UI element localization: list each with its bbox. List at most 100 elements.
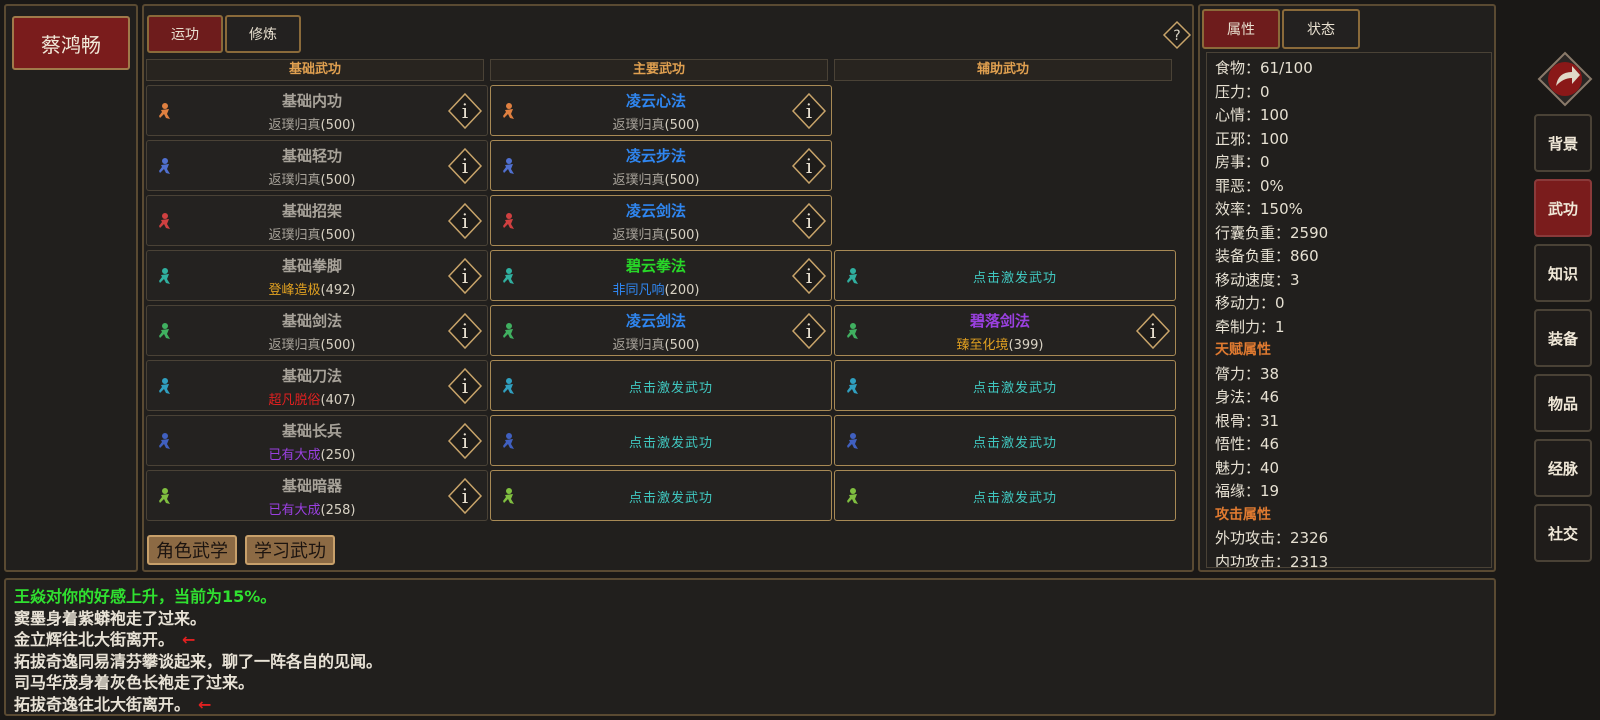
info-icon[interactable]: i [791, 202, 827, 240]
info-icon[interactable]: i [447, 257, 483, 295]
nav-meridians-button[interactable]: 经脉 [1534, 439, 1592, 497]
stat-row: 牵制力：1 [1215, 317, 1285, 336]
tab-status[interactable]: 状态 [1282, 9, 1360, 49]
skill-slot[interactable]: 碧云拳法非同凡响(200) i [490, 250, 832, 301]
stat-row: 根骨：31 [1215, 411, 1280, 430]
stat-row: 膂力：38 [1215, 364, 1280, 383]
skill-level-name: 返璞归真 [268, 338, 321, 353]
skill-level-value: (500) [664, 118, 700, 133]
skill-slot[interactable]: 基础内功 返璞归真(500) i [146, 85, 488, 136]
info-icon[interactable]: i [447, 92, 483, 130]
skill-level-name: 非同凡响 [612, 283, 665, 298]
log-message-text: 拓拔奇逸同易清芬攀谈起来，聊了一阵各自的见闻。 [14, 651, 383, 671]
empty-skill-slot[interactable]: 点击激发武功 [834, 470, 1176, 521]
skill-slot[interactable]: 基础招架 返璞归真(500) i [146, 195, 488, 246]
info-icon[interactable]: i [791, 312, 827, 350]
empty-skill-slot[interactable]: 点击激发武功 [834, 250, 1176, 301]
log-message-text: 司马华茂身着灰色长袍走了过来。 [14, 673, 255, 692]
svg-text:i: i [1150, 319, 1156, 343]
skill-level-value: (407) [320, 393, 356, 408]
skill-level-value: (200) [664, 283, 700, 298]
skill-level-name: 返璞归真 [612, 173, 665, 188]
left-arrow-icon: ← [198, 694, 212, 714]
character-name-button[interactable]: 蔡鸿畅 [12, 16, 130, 70]
empty-skill-slot[interactable]: 点击激发武功 [834, 415, 1176, 466]
skill-level: 返璞归真(500) [521, 334, 791, 353]
log-message-text: 拓拔奇逸往北大街离开。 [14, 694, 191, 714]
info-icon[interactable]: i [447, 367, 483, 405]
internal-icon [503, 103, 514, 119]
left-arrow-icon: ← [182, 630, 196, 649]
stat-row: 内功攻击：2313 [1215, 552, 1329, 568]
skill-slot[interactable]: 凌云心法 返璞归真(500) i [490, 85, 832, 136]
skill-level-value: (492) [320, 283, 356, 298]
spear-icon [503, 433, 514, 449]
info-icon[interactable]: i [447, 477, 483, 515]
info-icon[interactable]: i [1135, 312, 1171, 350]
skill-slot[interactable]: 基础刀法 超凡脱俗(407) i [146, 360, 488, 411]
skill-level-value: (500) [320, 228, 356, 243]
info-icon[interactable]: i [447, 147, 483, 185]
blade-icon [503, 378, 514, 394]
tab-xiulian[interactable]: 修炼 [225, 15, 301, 53]
info-icon[interactable]: i [791, 147, 827, 185]
lightness-icon [503, 158, 514, 174]
svg-text:i: i [462, 154, 468, 178]
skill-level-name: 登峰造极 [268, 283, 321, 298]
skill-level: 臻至化境(399) [865, 334, 1135, 353]
info-icon[interactable]: i [447, 422, 483, 460]
skill-slot[interactable]: 基础轻功 返璞归真(500) i [146, 140, 488, 191]
tab-yungong[interactable]: 运功 [147, 15, 223, 53]
empty-skill-slot[interactable]: 点击激发武功 [490, 470, 832, 521]
skill-name: 基础轻功 [281, 147, 342, 165]
nav-items-button[interactable]: 物品 [1534, 374, 1592, 432]
empty-skill-slot[interactable]: 点击激发武功 [834, 360, 1176, 411]
hidden-weapon-icon [847, 488, 858, 504]
back-arrow-icon[interactable] [1536, 50, 1594, 108]
info-icon[interactable]: i [447, 312, 483, 350]
nav-knowledge-button[interactable]: 知识 [1534, 244, 1592, 302]
skill-level-name: 超凡脱俗 [268, 393, 321, 408]
skill-level-name: 返璞归真 [268, 228, 321, 243]
svg-text:i: i [462, 429, 468, 453]
nav-social-button[interactable]: 社交 [1534, 504, 1592, 562]
stat-row: 移动速度：3 [1215, 270, 1300, 289]
skill-level-name: 返璞归真 [268, 173, 321, 188]
parry-icon [503, 213, 514, 229]
skill-slot[interactable]: 基础拳脚 登峰造极(492) i [146, 250, 488, 301]
nav-background-button[interactable]: 背景 [1534, 114, 1592, 172]
help-icon[interactable]: ? [1162, 20, 1192, 50]
skill-slot[interactable]: 碧落剑法 臻至化境(399) i [834, 305, 1176, 356]
learn-martial-button[interactable]: 学习武功 [245, 535, 335, 565]
empty-skill-slot[interactable]: 点击激发武功 [490, 360, 832, 411]
activate-skill-label: 点击激发武功 [628, 381, 713, 396]
skill-slot[interactable]: 基础剑法 返璞归真(500) i [146, 305, 488, 356]
skill-level-name: 已有大成 [268, 448, 321, 463]
tab-attributes[interactable]: 属性 [1202, 9, 1280, 49]
skill-level: 返璞归真(500) [177, 224, 447, 243]
log-message: 金立辉往北大街离开。 ← [14, 626, 195, 650]
skill-slot[interactable]: 基础暗器 已有大成(258) i [146, 470, 488, 521]
log-message: 王焱对你的好感上升，当前为15%。 [14, 583, 276, 607]
hidden-weapon-icon [159, 488, 170, 504]
nav-martial-button[interactable]: 武功 [1534, 179, 1592, 237]
empty-skill-slot[interactable]: 点击激发武功 [490, 415, 832, 466]
skill-name: 基础内功 [281, 92, 342, 110]
character-martial-button[interactable]: 角色武学 [147, 535, 237, 565]
info-icon[interactable]: i [447, 202, 483, 240]
stat-list[interactable]: 食物：61/100 压力：0 心情：100 正邪：100 房事：0 罪恶：0% 效率：150… [1206, 52, 1492, 568]
skill-name: 碧云拳法 [625, 257, 686, 275]
log-message: 拓拔奇逸往北大街离开。 ← [14, 691, 211, 715]
skill-slot[interactable]: 凌云步法 返璞归真(500) i [490, 140, 832, 191]
info-icon[interactable]: i [791, 92, 827, 130]
stat-row: 食物：61/100 [1215, 59, 1313, 77]
info-icon[interactable]: i [791, 257, 827, 295]
nav-equipment-button[interactable]: 装备 [1534, 309, 1592, 367]
log-message: 拓拔奇逸同易清芬攀谈起来，聊了一阵各自的见闻。 [14, 648, 382, 672]
stat-row: 悟性：46 [1215, 435, 1280, 453]
skill-slot[interactable]: 凌云剑法 返璞归真(500) i [490, 195, 832, 246]
column-header-aux: 辅助武功 [834, 59, 1172, 81]
skill-slot[interactable]: 基础长兵 已有大成(250) i [146, 415, 488, 466]
skill-slot[interactable]: 凌云剑法 返璞归真(500) i [490, 305, 832, 356]
stat-row: 福缘：19 [1215, 482, 1280, 500]
